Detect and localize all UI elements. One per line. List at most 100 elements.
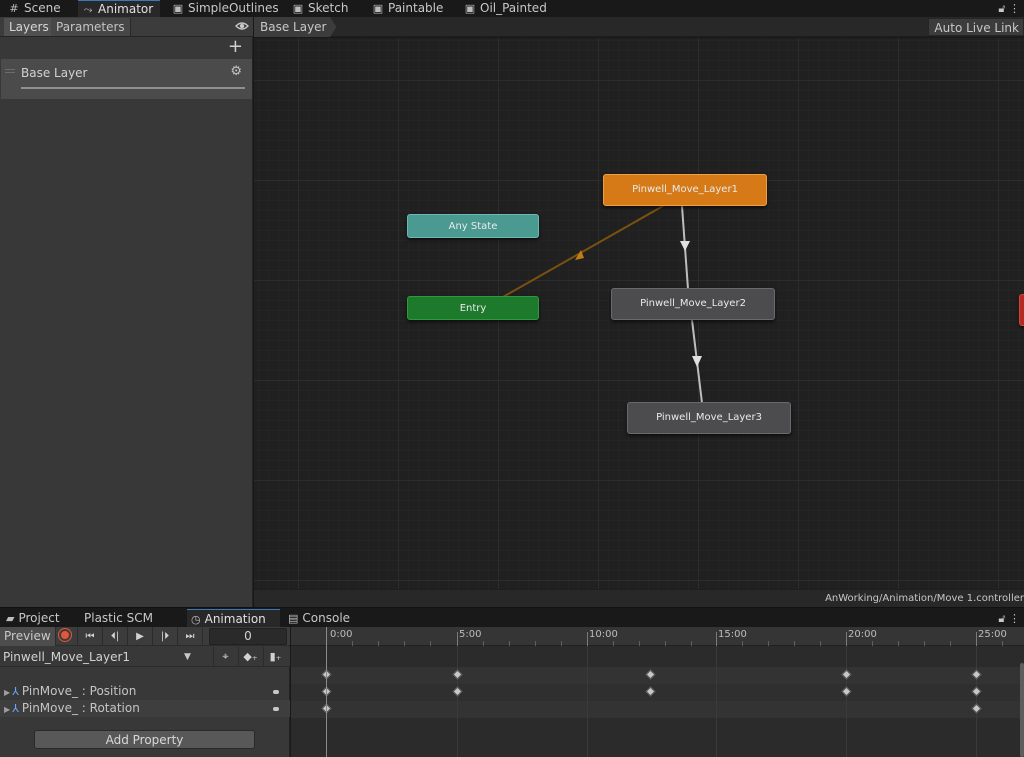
ruler-minor-tick	[742, 641, 743, 646]
bottom-tab-bar: ▰ Project Plastic SCM ◷ Animation ▤ Console…	[0, 607, 1024, 628]
tab-project[interactable]: ▰ Project	[2, 609, 76, 628]
add-keyframe-button[interactable]: ◆₊	[238, 647, 262, 667]
ruler-label: 0:00	[330, 629, 353, 640]
shader-icon: ▣	[372, 2, 384, 15]
top-tab-bar: # Scene ⤳ Animator ▣ SimpleOutlines ▣ Sketch…	[0, 0, 1024, 17]
folder-icon: ▰	[6, 612, 15, 625]
state-entry[interactable]: Entry	[407, 296, 539, 320]
target-icon: ⌖	[222, 650, 229, 663]
first-keyframe-button[interactable]: ⏮	[78, 627, 103, 646]
tab-animation[interactable]: ◷ Animation	[187, 609, 280, 628]
next-keyframe-button[interactable]: |⏵︎	[153, 627, 178, 646]
gear-icon[interactable]: ⚙	[230, 64, 242, 79]
ruler-minor-tick	[898, 641, 899, 646]
previous-keyframe-button[interactable]: ⏴︎|	[103, 627, 128, 646]
property-row-rotation[interactable]: ▶ ⅄ PinMove_ : Rotation	[0, 700, 290, 717]
state-machine-graph[interactable]: Pinwell_Move_Layer1 Any State Entry Pinw…	[254, 38, 1024, 589]
expand-triangle-icon[interactable]: ▶	[4, 705, 10, 714]
state-pinwell-move-layer3[interactable]: Pinwell_Move_Layer3	[627, 402, 791, 434]
layer-item-base[interactable]: Base Layer ⚙	[1, 59, 252, 99]
ruler-minor-tick	[820, 641, 821, 646]
layer-name: Base Layer	[21, 66, 88, 80]
skip-start-icon: ⏮	[85, 631, 95, 642]
step-back-icon: ⏴︎|	[110, 631, 120, 642]
dopesheet-timeline[interactable]: 0:00 5:00 10:00 15:00 20:00 25:00	[291, 627, 1024, 757]
ruler-tick	[976, 632, 977, 646]
animator-icon: ⤳	[83, 3, 93, 16]
drag-handle-icon[interactable]	[5, 69, 15, 73]
tab-layers[interactable]: Layers	[4, 18, 55, 36]
playhead[interactable]	[326, 627, 327, 757]
grid-icon: #	[9, 2, 19, 15]
skip-end-icon: ⏭	[185, 631, 195, 642]
clip-dropdown[interactable]: Pinwell_Move_Layer1	[0, 647, 200, 667]
last-keyframe-button[interactable]: ⏭	[178, 627, 203, 646]
time-ruler[interactable]: 0:00 5:00 10:00 15:00 20:00 25:00	[291, 627, 1024, 646]
state-pinwell-move-layer2[interactable]: Pinwell_Move_Layer2	[611, 288, 775, 320]
ruler-minor-tick	[872, 641, 873, 646]
summary-track[interactable]	[291, 667, 1024, 684]
event-add-icon: ▮₊	[269, 650, 282, 663]
options-icon[interactable]	[273, 707, 279, 711]
ruler-minor-tick	[794, 641, 795, 646]
shader-icon: ▣	[464, 2, 476, 15]
tab-paintable[interactable]: ▣ Paintable	[368, 0, 454, 17]
state-exit[interactable]	[1019, 294, 1024, 326]
timeline-gridline	[716, 646, 717, 757]
options-icon[interactable]	[273, 690, 279, 694]
ruler-minor-tick	[665, 641, 666, 646]
layer-weight-bar	[21, 87, 245, 89]
add-property-button[interactable]: Add Property	[34, 730, 255, 749]
tab-parameters[interactable]: Parameters	[51, 18, 131, 36]
add-keyframe-target-button[interactable]: ⌖	[213, 647, 237, 667]
more-icon[interactable]: ⋮	[1009, 612, 1020, 625]
add-layer-button[interactable]: +	[228, 37, 243, 57]
auto-live-link-button[interactable]: Auto Live Link	[928, 18, 1024, 36]
record-icon	[59, 629, 71, 641]
clip-row: Pinwell_Move_Layer1 ▼ ⌖ ◆₊ ▮₊	[0, 647, 290, 667]
ruler-label: 5:00	[459, 629, 482, 640]
breadcrumb[interactable]: Base Layer	[254, 17, 337, 37]
transform-icon: ⅄	[12, 702, 19, 715]
eye-icon[interactable]	[235, 19, 249, 33]
position-track[interactable]	[291, 684, 1024, 701]
ruler-minor-tick	[352, 641, 353, 646]
ruler-minor-tick	[768, 641, 769, 646]
ruler-minor-tick	[430, 641, 431, 646]
ruler-minor-tick	[378, 641, 379, 646]
rotation-track[interactable]	[291, 701, 1024, 718]
tab-sketch[interactable]: ▣ Sketch	[288, 0, 358, 17]
tab-simpleoutlines[interactable]: ▣ SimpleOutlines	[168, 0, 280, 17]
ruler-minor-tick	[613, 641, 614, 646]
asset-path: AnWorking/Animation/Move 1.controller	[825, 593, 1024, 604]
more-icon[interactable]: ⋮	[1009, 2, 1020, 15]
layers-panel: Layers Parameters + Base Layer ⚙	[0, 17, 253, 607]
tab-plastic-scm[interactable]: Plastic SCM	[80, 609, 180, 628]
expand-triangle-icon[interactable]: ▶	[4, 688, 10, 697]
property-row-position[interactable]: ▶ ⅄ PinMove_ : Position	[0, 683, 290, 700]
state-any-state[interactable]: Any State	[407, 214, 539, 238]
tab-scene[interactable]: # Scene	[4, 0, 74, 17]
record-button[interactable]	[53, 627, 78, 646]
lock-icon[interactable]: 🔓︎	[998, 612, 1005, 625]
tab-animator[interactable]: ⤳ Animator	[78, 0, 160, 17]
timeline-gridline	[846, 646, 847, 757]
ruler-minor-tick	[639, 641, 640, 646]
play-button[interactable]: ▶	[128, 627, 153, 646]
chevron-down-icon[interactable]: ▼	[184, 647, 191, 667]
timeline-scrollbar[interactable]	[1020, 663, 1024, 757]
tab-console[interactable]: ▤ Console	[284, 609, 364, 628]
keyframe-add-icon: ◆₊	[243, 650, 258, 663]
lock-icon[interactable]: 🔓︎	[998, 2, 1005, 15]
frame-input[interactable]: 0	[209, 628, 287, 645]
animation-properties-panel: Preview ⏮ ⏴︎| ▶ |⏵︎ ⏭ 0 Pinwell_Move_Lay…	[0, 627, 290, 757]
ruler-minor-tick	[561, 641, 562, 646]
tab-oil-painted[interactable]: ▣ Oil_Painted	[460, 0, 556, 17]
preview-toggle[interactable]: Preview	[0, 627, 56, 646]
add-event-button[interactable]: ▮₊	[263, 647, 287, 667]
dock-window-controls: 🔓︎ ⋮	[998, 609, 1020, 628]
window-controls: 🔓︎ ⋮	[998, 0, 1020, 17]
playback-controls: Preview ⏮ ⏴︎| ▶ |⏵︎ ⏭ 0	[0, 627, 290, 646]
ruler-tick	[846, 632, 847, 646]
state-pinwell-move-layer1[interactable]: Pinwell_Move_Layer1	[603, 174, 767, 206]
